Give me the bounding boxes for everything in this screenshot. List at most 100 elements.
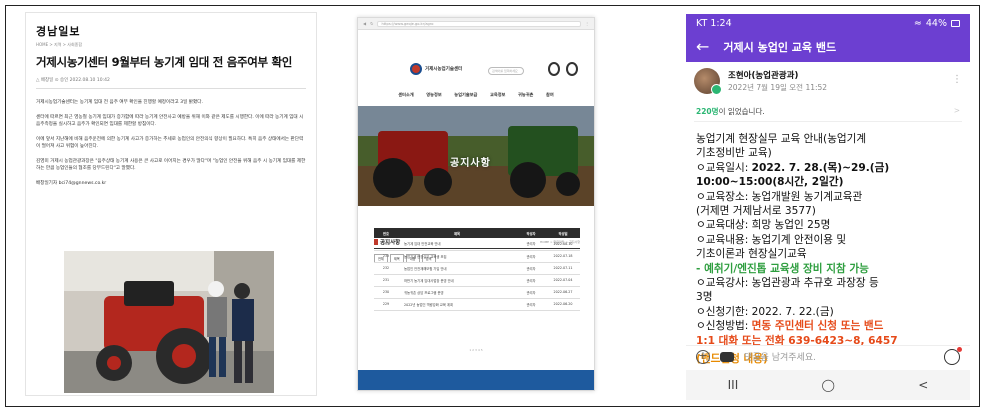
home-button[interactable]: ◯: [822, 378, 835, 392]
post-line: ㅇ교육장소: 농업개발원 농기계교육관: [696, 190, 863, 203]
post-line: ㅇ신청방법: 면동 주민센터 신청 또는 밴드: [696, 319, 960, 333]
row-date: 2022.06.20: [546, 298, 580, 311]
post-line: ㅇ교육강사: 농업관광과 추규호 과장장 등: [696, 277, 879, 290]
date-value: 2022. 7. 28.(목)~29.(금): [751, 161, 890, 174]
article-photo: [64, 251, 274, 393]
more-options-icon[interactable]: ⋮: [952, 74, 962, 85]
add-attachment-icon[interactable]: +: [696, 349, 710, 364]
article-paragraph: 센터에 따르면 최근 영농철 농기계 임대가 증가함에 따라 농기계 안전사고 …: [36, 114, 304, 128]
site-header: 거제시농업기술센터 검색어를 입력하세요: [358, 30, 594, 88]
site-search-input[interactable]: 검색어를 입력하세요: [488, 67, 524, 75]
row-date: 2022.08.10: [546, 238, 580, 251]
read-count-row[interactable]: 220명이 읽었습니다. >: [694, 102, 962, 122]
table-row[interactable]: 234 농기계 임대 안전교육 안내 관리자 2022.08.10: [374, 238, 580, 251]
battery-icon: [951, 19, 960, 27]
pagination[interactable]: 1 2 3 4 5: [358, 348, 594, 352]
phone-screenshot: KT 1:24 ≈ 44% ← 거제시 농업인 교육 밴드 조현아(농업관광과)…: [686, 14, 970, 400]
row-date: 2022.06.27: [546, 286, 580, 299]
status-time: KT 1:24: [696, 17, 732, 29]
article-meta: △ 배창일 ⊙ 승인 2022.08.10 10:42: [36, 77, 306, 89]
column-header: 작성일: [546, 228, 580, 238]
camera-icon[interactable]: [720, 351, 734, 362]
site-name: 거제시농업기술센터: [425, 67, 463, 72]
row-title[interactable]: 귀농귀촌 상담 프로그램 운영: [398, 286, 516, 299]
menu-icon[interactable]: ⋮: [585, 21, 589, 26]
newspaper-logo: 경남일보: [36, 25, 81, 38]
status-bar: KT 1:24 ≈ 44%: [686, 14, 970, 32]
post-date: 2022년 7월 19일 오전 11:52: [728, 83, 828, 92]
recent-apps-button[interactable]: III: [728, 378, 739, 392]
browser-address-bar: ◀ ↻ https://www.geoje.go.kr/agro ⋮: [358, 18, 594, 30]
back-button[interactable]: <: [918, 378, 928, 392]
back-arrow-icon[interactable]: ←: [696, 39, 709, 55]
reload-icon[interactable]: ↻: [370, 21, 373, 26]
post-line: 농업기계 현장실무 교육 안내(농업기계: [696, 133, 867, 145]
tractor-inspection-photo: [64, 251, 274, 393]
row-number: 232: [374, 262, 398, 275]
article-headline: 거제시농기센터 9월부터 농기계 임대 전 음주여부 확인: [36, 55, 293, 69]
post-line: ㅇ교육내용: 농업기계 안전이용 및: [696, 233, 847, 246]
back-icon[interactable]: ◀: [363, 21, 366, 26]
row-title[interactable]: 2022년 농업인 역량강화 교육 계획: [398, 298, 516, 311]
table-row[interactable]: 232 농업인 안전재해보험 가입 안내 관리자 2022.07.11: [374, 262, 580, 275]
article-paragraph: 거제시농업기술센터는 농기계 임대 전 음주 여부 확인을 진행할 예정이라고 …: [36, 100, 203, 105]
row-writer: 관리자: [516, 238, 546, 251]
column-header: 제목: [398, 228, 516, 238]
user-icon[interactable]: [548, 62, 560, 76]
row-date: 2022.07.04: [546, 274, 580, 287]
header-icons: [548, 62, 578, 76]
table-row[interactable]: 233 농업기계 현장실무 교육생 모집 관리자 2022.07.18: [374, 250, 580, 263]
url-field[interactable]: https://www.geoje.go.kr/agro: [377, 20, 581, 27]
table-row[interactable]: 230 귀농귀촌 상담 프로그램 운영 관리자 2022.06.27: [374, 286, 580, 299]
nav-item[interactable]: 교육정보: [490, 92, 505, 98]
website-screenshot: ◀ ↻ https://www.geoje.go.kr/agro ⋮ 거제시농업…: [357, 17, 595, 391]
nav-item[interactable]: 귀농귀촌: [518, 92, 533, 98]
table-row[interactable]: 229 2022년 농업인 역량강화 교육 계획 관리자 2022.06.20: [374, 298, 580, 311]
breadcrumb: HOME > 지역 > 사회종합: [36, 42, 83, 47]
row-title[interactable]: 농업기계 현장실무 교육생 모집: [398, 250, 516, 263]
row-title[interactable]: 농업인 안전재해보험 가입 안내: [398, 262, 516, 275]
emoji-icon[interactable]: [944, 346, 962, 365]
avatar[interactable]: [694, 68, 722, 95]
column-header: 번호: [374, 228, 398, 238]
hero-banner: 공지사항: [358, 106, 594, 206]
row-title[interactable]: 농기계 임대 안전교육 안내: [398, 238, 516, 251]
column-header: 작성자: [516, 228, 546, 238]
table-row[interactable]: 231 하반기 농기계 임대사업장 운영 안내 관리자 2022.07.04: [374, 274, 580, 287]
row-number: 230: [374, 286, 398, 299]
row-title[interactable]: 하반기 농기계 임대사업장 운영 안내: [398, 274, 516, 287]
nav-item[interactable]: 센터소개: [398, 92, 413, 98]
post-line: 기초이론과 현장실기교육: [696, 248, 807, 261]
chevron-right-icon: >: [953, 106, 960, 115]
row-writer: 관리자: [516, 250, 546, 263]
post-line: 기초정비반 교육): [696, 147, 772, 160]
newspaper-article: 경남일보 HOME > 지역 > 사회종합 거제시농기센터 9월부터 농기계 임…: [25, 12, 317, 396]
nav-item[interactable]: 영농정보: [426, 92, 441, 98]
article-paragraph: 이에 앞서 지난해에 비해 음주운전에 의한 농기계 사고가 증가하는 추세로 …: [36, 136, 304, 150]
band-title: 거제시 농업인 교육 밴드: [723, 41, 837, 54]
article-body: 거제시농업기술센터는 농기계 임대 전 음주 여부 확인을 진행할 예정이라고 …: [36, 99, 306, 187]
android-nav-bar: III ◯ <: [686, 370, 970, 400]
sitemap-icon[interactable]: [566, 62, 578, 76]
nav-item[interactable]: 농업기술보급: [454, 92, 477, 98]
article-paragraph: 김영미 거제시 농업관광과장은 "음주상태 농기계 사용은 큰 사고로 이어지는…: [36, 158, 306, 172]
row-number: 229: [374, 298, 398, 311]
site-footer: [358, 370, 594, 390]
status-icons: ≈ 44%: [914, 18, 960, 29]
row-writer: 관리자: [516, 274, 546, 287]
app-bar: ← 거제시 농업인 교육 밴드: [686, 32, 970, 62]
date-label: ㅇ교육일시:: [696, 161, 752, 174]
post-line: ㅇ교육대상: 희망 농업인 25명: [696, 219, 831, 232]
author-name[interactable]: 조현아(농업관광과): [728, 69, 827, 81]
site-logo[interactable]: 거제시농업기술센터: [410, 63, 462, 75]
post-line: ㅇ신청기한: 2022. 7. 22.(금): [696, 305, 834, 318]
row-number: 234: [374, 238, 398, 251]
post-line: (거제면 거제남서로 3577): [696, 205, 816, 218]
nav-item[interactable]: 참여: [546, 92, 554, 98]
read-count-number: 220명: [696, 107, 719, 116]
post-line: - 예취기/엔진톱 교육생 장비 지참 가능: [696, 262, 869, 275]
logo-emblem-icon: [410, 63, 422, 75]
wifi-icon: ≈: [913, 17, 922, 29]
post-line: 3명: [696, 291, 713, 304]
comment-input[interactable]: 댓글을 남겨주세요.: [744, 350, 934, 363]
